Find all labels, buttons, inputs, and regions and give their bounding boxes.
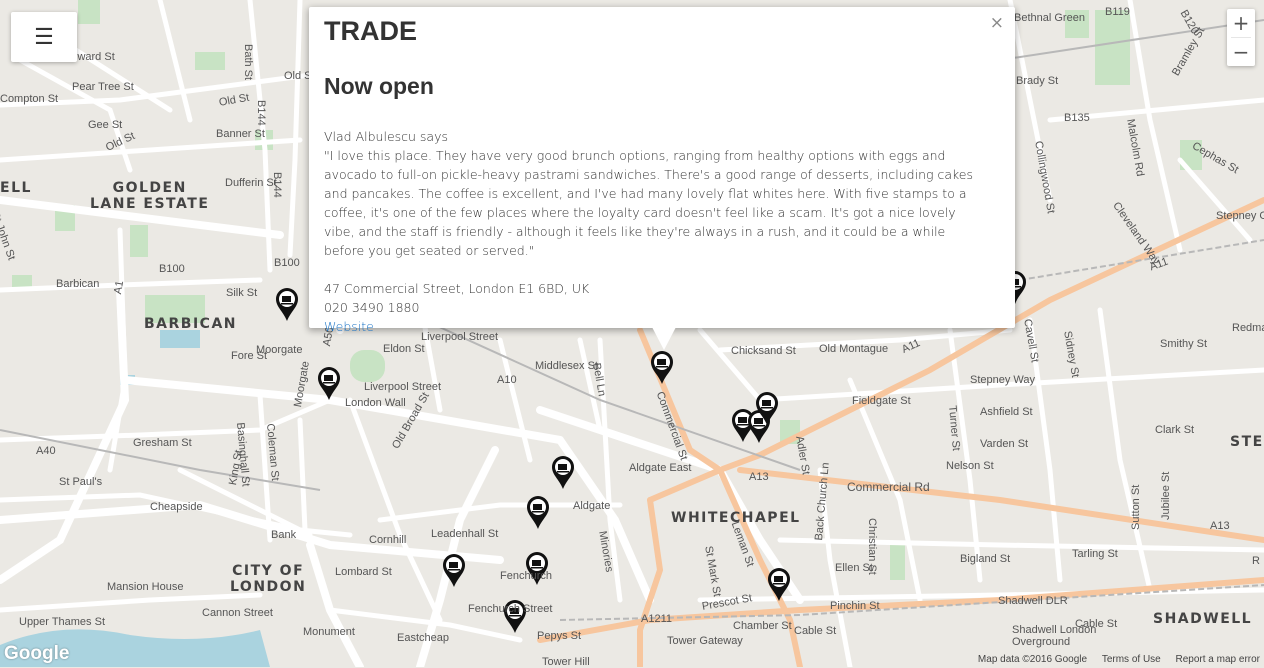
street-label: Varden St (980, 438, 1029, 450)
street-label: Chamber St (733, 620, 792, 632)
street-label: Redma (1232, 322, 1264, 334)
street-label: London Wall (345, 397, 406, 409)
street-label: Fieldgate St (852, 395, 911, 407)
street-label: Chicksand St (731, 345, 796, 357)
station-label: Shadwell London Overground (1012, 624, 1097, 648)
street-label: Gresham St (133, 437, 192, 449)
area-label: GOLDEN LANE ESTATE (90, 180, 210, 212)
area-label: STE (1230, 434, 1264, 450)
station-label: Tower Hill (542, 656, 590, 668)
street-label: A40 (36, 445, 56, 457)
street-label: Cornhill (369, 534, 407, 546)
street-label: Commercial Rd (847, 480, 930, 494)
info-window-tail (652, 327, 676, 350)
street-label: B144 (255, 100, 267, 126)
google-logo: Google (4, 643, 70, 664)
station-label: Bethnal Green (1014, 12, 1085, 24)
station-label: Stepney Gre (1216, 210, 1264, 222)
street-label: Leadenhall St (431, 528, 499, 540)
street-label: R (1252, 555, 1260, 567)
place-name: TRADE (324, 16, 417, 46)
area-label: CITY OF LONDON (230, 563, 307, 595)
street-label: Jubilee St (1160, 471, 1172, 520)
street-label: Gee St (88, 119, 123, 131)
street-label: Bigland St (960, 553, 1011, 565)
info-body: Vlad Albulescu says "I love this place. … (324, 127, 974, 336)
station-label: Shadwell DLR (998, 595, 1068, 607)
street-label: B144 (271, 172, 283, 198)
street-label: A10 (497, 374, 517, 386)
street-label: Tarling St (1072, 548, 1118, 560)
station-label: Fenchurch Street (468, 603, 553, 615)
street-label: B135 (1064, 112, 1090, 124)
street-label: B119 (1105, 6, 1130, 18)
station-label: Monument (303, 626, 355, 638)
website-link[interactable]: Website (324, 319, 374, 334)
street-label: Lombard St (335, 566, 392, 578)
street-label: Pear Tree St (72, 81, 134, 93)
area-label: BARBICAN (144, 316, 237, 332)
zoom-control: + − (1227, 9, 1255, 66)
street-label: Pepys St (537, 630, 582, 642)
area-label: SHADWELL (1153, 611, 1253, 627)
close-icon[interactable]: × (990, 13, 1004, 33)
station-label: Moorgate (256, 344, 303, 356)
review-text: "I love this place. They have very good … (324, 148, 974, 258)
street-label: Smithy St (1160, 338, 1208, 350)
station-label: Barbican (56, 278, 100, 290)
phone: 020 3490 1880 (324, 300, 420, 315)
street-label: A13 (749, 471, 769, 483)
street-label: A13 (1210, 520, 1230, 532)
street-label: Ashfield St (980, 406, 1033, 418)
station-label: Liverpool Street (364, 381, 442, 393)
menu-button[interactable]: ☰ (11, 12, 77, 62)
street-label: Stepney Way (970, 374, 1036, 386)
street-label: Cheapside (150, 501, 203, 513)
street-label: A1211 (641, 613, 672, 625)
station-label: St Paul's (59, 476, 103, 488)
station-label: Bank (271, 529, 297, 541)
street-label: Eldon St (383, 343, 425, 355)
street-label: Eastcheap (397, 632, 449, 644)
info-window: TRADE Now open × Vlad Albulescu says "I … (309, 7, 1015, 334)
street-label: Upper Thames St (19, 616, 106, 628)
street-label: Pinchin St (830, 600, 880, 612)
street-label: Middlesex St (535, 360, 598, 372)
station-label: Aldgate (573, 500, 611, 512)
street-label: Old Montague (819, 343, 889, 355)
street-label: Silk St (226, 287, 258, 299)
street-label: Fenchurch (500, 570, 552, 582)
street-label: Cable St (794, 625, 837, 637)
street-label: Ellen St (835, 562, 873, 574)
street-label: A1 (112, 279, 127, 296)
street-label: Dufferin St (225, 177, 277, 189)
area-label: WHITECHAPEL (671, 510, 801, 526)
map-attribution: Map data ©2016 Google Terms of Use Repor… (966, 654, 1260, 665)
street-label: B100 (159, 263, 185, 275)
street-label: Banner St (216, 128, 265, 140)
zoom-in-button[interactable]: + (1227, 9, 1255, 37)
street-label: Compton St (0, 93, 59, 105)
station-label: Mansion House (107, 581, 184, 593)
street-label: Brady St (1016, 75, 1059, 87)
station-label: Cannon Street (202, 607, 273, 619)
station-label: Tower Gateway (667, 635, 743, 647)
street-label: Bath St (242, 44, 254, 81)
street-label: Nelson St (946, 460, 994, 472)
station-label: Aldgate East (629, 462, 692, 474)
map-data-text: Map data ©2016 Google (977, 654, 1088, 665)
zoom-out-button[interactable]: − (1227, 38, 1255, 66)
report-error-link[interactable]: Report a map error (1176, 654, 1260, 665)
reviewer-name: Vlad Albulescu says (324, 129, 448, 144)
terms-link[interactable]: Terms of Use (1102, 654, 1161, 665)
place-status: Now open (324, 73, 434, 99)
address: 47 Commercial Street, London E1 6BD, UK (324, 281, 590, 296)
street-label: Clark St (1155, 424, 1195, 436)
street-label: Sutton St (1130, 484, 1142, 530)
area-label: ELL (0, 180, 32, 196)
hamburger-icon: ☰ (34, 24, 54, 49)
street-label: B100 (274, 257, 300, 269)
